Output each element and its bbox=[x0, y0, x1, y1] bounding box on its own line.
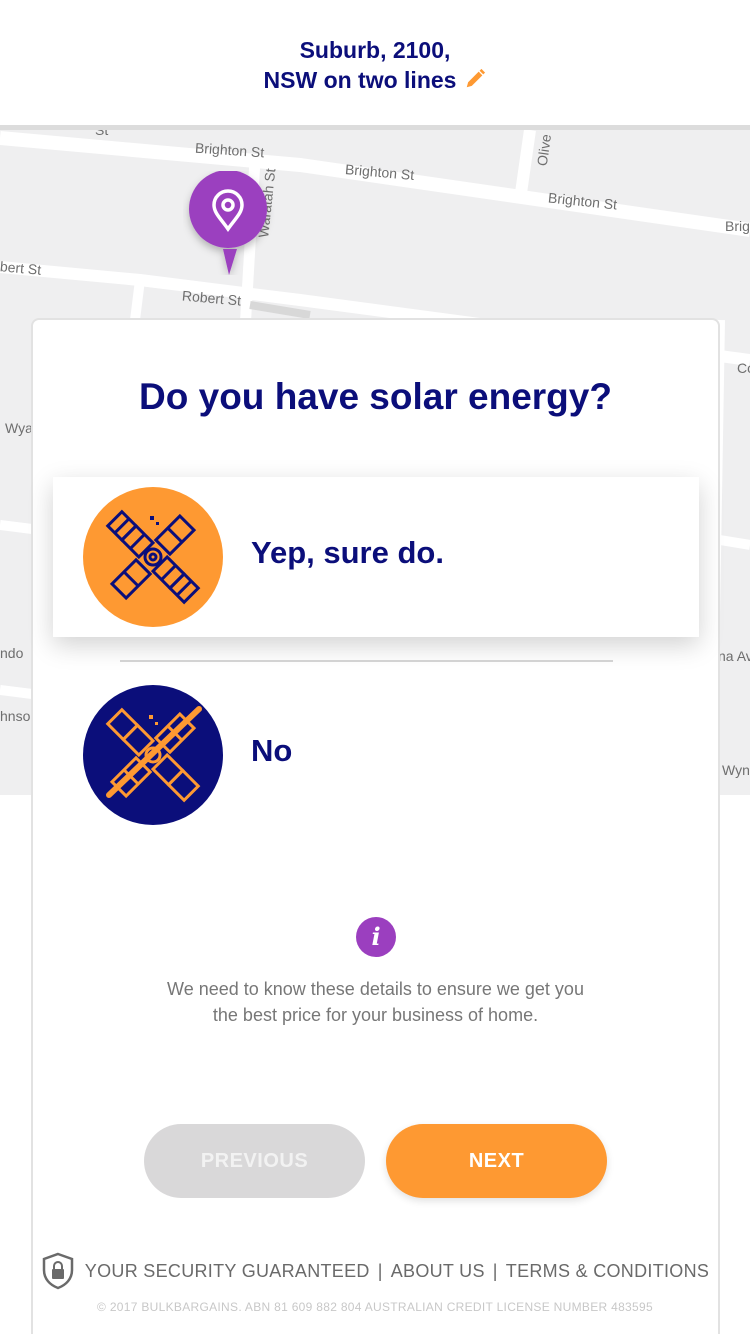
pencil-icon[interactable] bbox=[464, 68, 486, 90]
footer-separator: | bbox=[377, 1260, 383, 1281]
map-label-street: St bbox=[95, 125, 109, 138]
about-us-link[interactable]: ABOUT US bbox=[391, 1261, 485, 1282]
footer: YOUR SECURITY GUARANTEED | ABOUT US | TE… bbox=[0, 1252, 750, 1314]
map-label-johnso: hnso bbox=[0, 708, 31, 724]
security-guaranteed-link[interactable]: YOUR SECURITY GUARANTEED bbox=[85, 1261, 370, 1282]
address-line-2-text: NSW on two lines bbox=[263, 67, 457, 93]
options-divider bbox=[120, 660, 613, 662]
option-yes[interactable]: Yep, sure do. bbox=[53, 477, 699, 637]
question-card: Do you have solar energy? Yep, sure do. … bbox=[31, 318, 720, 1334]
map-label-na-av: na Av bbox=[718, 648, 750, 664]
option-yes-circle bbox=[83, 487, 223, 627]
info-text: We need to know these details to ensure … bbox=[133, 976, 618, 1028]
solar-panel-icon bbox=[105, 509, 201, 605]
option-no-circle bbox=[83, 685, 223, 825]
address-line-1: Suburb, 2100, bbox=[299, 37, 451, 63]
info-text-line-1: We need to know these details to ensure … bbox=[167, 979, 584, 999]
map-label-robert-st: bert St bbox=[0, 258, 42, 278]
map-label-co: Co bbox=[737, 360, 750, 376]
address-line-2[interactable]: NSW on two lines bbox=[0, 65, 750, 95]
lock-shield-icon bbox=[42, 1252, 74, 1290]
map-label-wyndo: ndo bbox=[0, 645, 24, 661]
location-pin-icon[interactable] bbox=[183, 171, 275, 275]
option-no[interactable]: No bbox=[53, 675, 699, 835]
info-text-line-2: the best price for your business of home… bbox=[212, 1005, 539, 1025]
footer-links: YOUR SECURITY GUARANTEED | ABOUT US | TE… bbox=[0, 1252, 750, 1290]
next-button[interactable]: NEXT bbox=[386, 1124, 607, 1198]
question-title: Do you have solar energy? bbox=[139, 376, 612, 417]
footer-separator: | bbox=[492, 1260, 498, 1281]
header: Suburb, 2100, NSW on two lines bbox=[0, 0, 750, 125]
option-no-label: No bbox=[251, 733, 293, 768]
map-label-brighton-st: Brig bbox=[725, 218, 750, 234]
copyright-text: © 2017 BULKBARGAINS. ABN 81 609 882 804 … bbox=[97, 1300, 653, 1314]
option-yes-label: Yep, sure do. bbox=[251, 535, 444, 570]
map-label-wya: Wya bbox=[5, 420, 33, 436]
map-label-wynd: Wynd bbox=[722, 762, 750, 778]
previous-button[interactable]: PREVIOUS bbox=[144, 1124, 365, 1198]
terms-link[interactable]: TERMS & CONDITIONS bbox=[506, 1261, 709, 1282]
solar-panel-crossed-icon bbox=[105, 706, 202, 803]
info-icon[interactable]: i bbox=[356, 917, 396, 957]
